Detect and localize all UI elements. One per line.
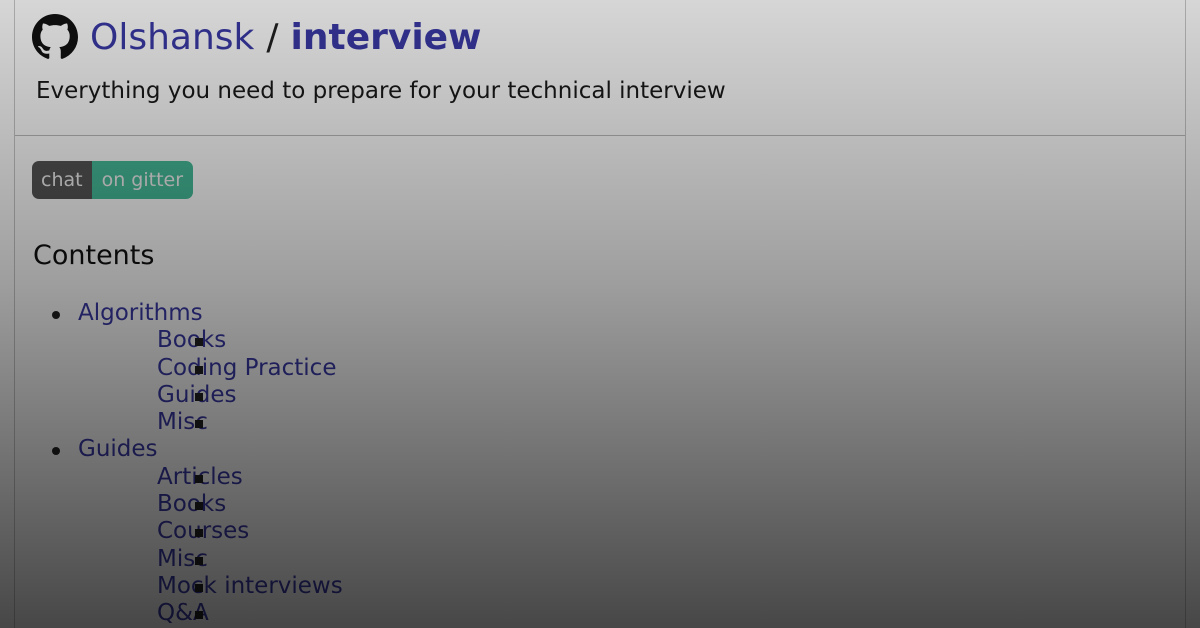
toc-link-algorithms-misc[interactable]: Misc (157, 409, 208, 435)
toc-link-guides-books[interactable]: Books (157, 491, 226, 517)
list-item: Courses (78, 518, 343, 545)
repo-header: Olshansk / interview Everything you need… (15, 0, 1185, 136)
repo-description: Everything you need to prepare for your … (36, 78, 726, 104)
list-item: Mock interviews (78, 573, 343, 600)
toc-link-qa[interactable]: Q&A (157, 600, 209, 626)
toc-item-algorithms: Algorithms Books Coding Practice Guides … (15, 300, 343, 436)
list-item: Books (78, 491, 343, 518)
toc-link-guides[interactable]: Guides (78, 436, 158, 462)
table-of-contents: Algorithms Books Coding Practice Guides … (15, 300, 343, 628)
repo-owner-link[interactable]: Olshansk (90, 17, 254, 58)
list-item: Misc (78, 546, 343, 573)
badge-label: chat (32, 161, 92, 199)
list-item: Misc (78, 409, 343, 436)
gitter-chat-badge[interactable]: chat on gitter (32, 161, 194, 199)
path-separator: / (266, 16, 279, 58)
list-item: Guides (78, 382, 343, 409)
list-item: Articles (78, 464, 343, 491)
list-item: Coding Practice (78, 355, 343, 382)
toc-link-algorithms-guides[interactable]: Guides (157, 382, 237, 408)
github-icon[interactable] (32, 14, 78, 60)
list-item: Books (78, 327, 343, 354)
toc-item-guides: Guides Articles Books Courses Misc Mock … (15, 436, 343, 627)
toc-sublist-guides: Articles Books Courses Misc Mock intervi… (78, 464, 343, 628)
toc-link-guides-misc[interactable]: Misc (157, 546, 208, 572)
contents-heading: Contents (33, 240, 155, 271)
list-item: Q&A (78, 600, 343, 627)
toc-link-courses[interactable]: Courses (157, 518, 249, 544)
repo-title: Olshansk / interview (32, 12, 481, 62)
badge-message: on gitter (91, 161, 194, 199)
toc-link-algorithms-books[interactable]: Books (157, 327, 226, 353)
toc-sublist-algorithms: Books Coding Practice Guides Misc (78, 327, 343, 436)
toc-link-articles[interactable]: Articles (157, 464, 243, 490)
toc-link-coding-practice[interactable]: Coding Practice (157, 355, 336, 381)
readme-page: Olshansk / interview Everything you need… (14, 0, 1186, 628)
toc-link-mock-interviews[interactable]: Mock interviews (157, 573, 343, 599)
toc-link-algorithms[interactable]: Algorithms (78, 300, 203, 326)
repo-name-link[interactable]: interview (291, 17, 482, 58)
